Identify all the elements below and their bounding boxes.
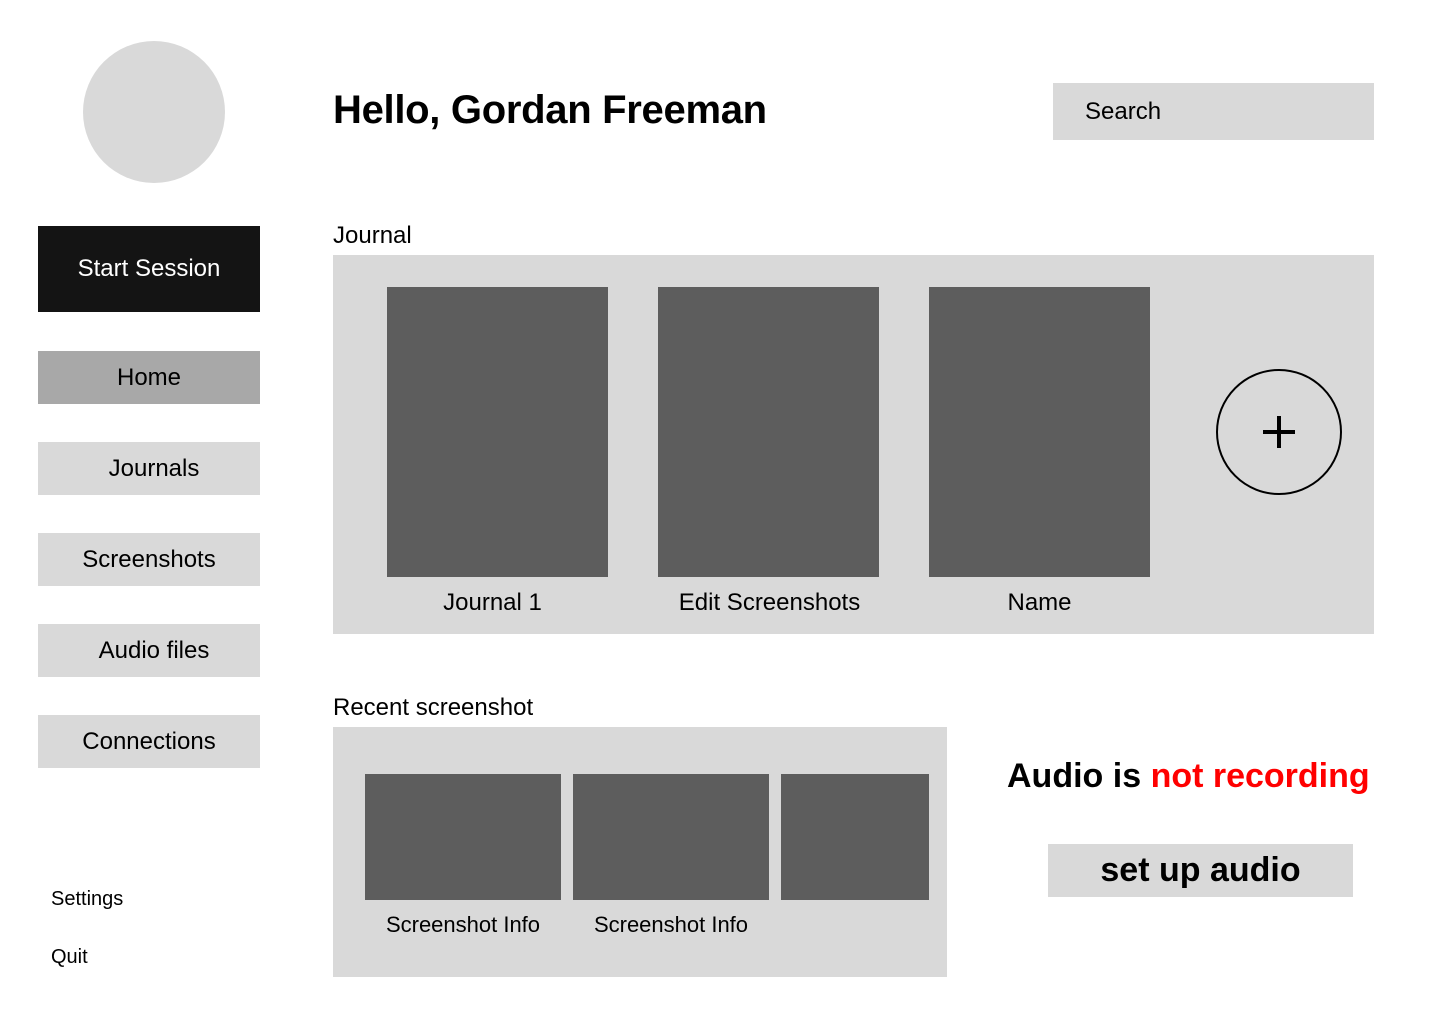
recent-screenshot-panel: Screenshot Info Screenshot Info [333,727,947,977]
search-input[interactable]: Search [1053,83,1374,140]
add-journal-button[interactable] [1216,369,1342,495]
page-title: Hello, Gordan Freeman [333,88,767,132]
sidebar-item-label: Connections [82,727,216,755]
screenshot-thumbnail[interactable] [365,774,561,900]
sidebar-item-home[interactable]: Home [38,351,260,404]
plus-icon [1263,416,1295,448]
screenshot-thumbnail[interactable] [573,774,769,900]
journal-card-label: Edit Screenshots [678,589,861,616]
sidebar-item-label: Audio files [98,636,210,664]
journal-section-label: Journal [333,222,412,249]
audio-status: Audio is not recording [1007,757,1370,796]
quit-link[interactable]: Quit [51,946,88,969]
journal-card[interactable] [387,287,608,577]
screenshot-info: Screenshot Info [385,912,541,937]
journal-card-label: Journal 1 [443,589,542,616]
avatar[interactable] [83,41,225,183]
setup-audio-button[interactable]: set up audio [1048,844,1353,897]
journal-card[interactable] [658,287,879,577]
screenshot-thumbnail[interactable] [781,774,929,900]
sidebar-item-label: Journals [108,454,200,482]
start-session-button[interactable]: Start Session [38,226,260,312]
sidebar-item-audio-files[interactable]: Audio files [38,624,260,677]
audio-status-prefix: Audio is [1007,757,1142,795]
sidebar-item-label: Home [116,363,182,391]
search-placeholder: Search [1085,97,1162,125]
sidebar-item-label: Screenshots [82,545,216,573]
journal-panel: Journal 1 Edit Screenshots Name [333,255,1374,634]
sidebar-item-screenshots[interactable]: Screenshots [38,533,260,586]
audio-status-state: not recording [1150,757,1370,795]
journal-card-label: Name [1007,589,1072,616]
settings-link[interactable]: Settings [51,888,123,911]
sidebar-item-connections[interactable]: Connections [38,715,260,768]
journal-card[interactable] [929,287,1150,577]
sidebar-item-journals[interactable]: Journals [38,442,260,495]
recent-screenshot-label: Recent screenshot [333,694,534,721]
screenshot-info: Screenshot Info [593,912,749,937]
